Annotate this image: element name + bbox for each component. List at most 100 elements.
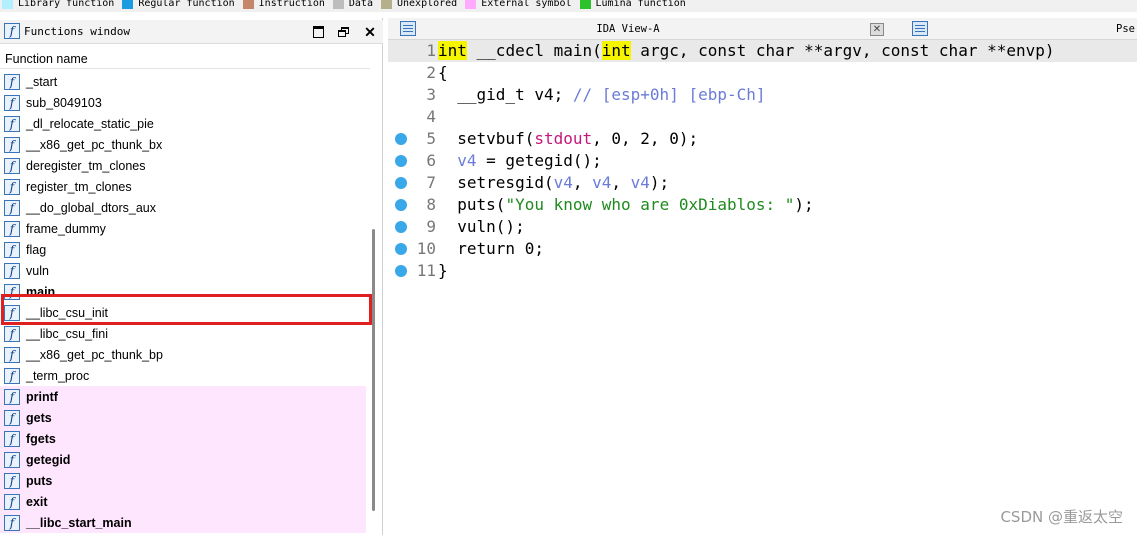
function-row[interactable]: f __do_global_dtors_aux — [0, 197, 366, 218]
code-text: puts("You know who are 0xDiablos: "); — [438, 194, 814, 216]
legend-label: Data — [348, 0, 373, 9]
function-row[interactable]: f vuln — [0, 260, 366, 281]
function-row[interactable]: f exit — [0, 491, 366, 512]
legend-item: Data — [331, 0, 373, 10]
function-row[interactable]: f sub_8049103 — [0, 92, 366, 113]
function-row[interactable]: f gets — [0, 407, 366, 428]
legend-item: Regular function — [120, 0, 235, 10]
function-icon: f — [4, 409, 20, 426]
function-row[interactable]: f __libc_csu_init — [0, 302, 366, 323]
line-number: 11 — [416, 261, 436, 280]
code-token: v4 — [553, 173, 573, 192]
legend-label: Regular function — [138, 0, 235, 9]
function-row[interactable]: f _dl_relocate_static_pie — [0, 113, 366, 134]
column-header-function-name[interactable]: Function name — [0, 49, 370, 69]
code-token: int — [601, 41, 631, 60]
functions-window-titlebar[interactable]: f Functions window ✕ — [0, 20, 383, 44]
code-token: } — [438, 261, 448, 280]
restore-icon[interactable] — [336, 24, 352, 40]
code-line[interactable]: 3 __gid_t v4; // [esp+0h] [ebp-Ch] — [388, 84, 1137, 106]
function-row[interactable]: f getegid — [0, 449, 366, 470]
legend-label: Unexplored — [396, 0, 458, 9]
code-text: int __cdecl main(int argc, const char **… — [438, 40, 1055, 62]
function-row[interactable]: f __x86_get_pc_thunk_bx — [0, 134, 366, 155]
tab-ida-view-a[interactable]: IDA View-A ✕ — [388, 18, 889, 40]
function-row[interactable]: f _term_proc — [0, 365, 366, 386]
line-number: 4 — [426, 107, 436, 126]
vertical-scrollbar[interactable] — [369, 71, 379, 535]
code-line[interactable]: 10 return 0; — [388, 238, 1137, 260]
function-icon: f — [4, 199, 20, 216]
legend-swatch — [2, 0, 13, 9]
function-name: _start — [26, 74, 58, 89]
function-name: printf — [26, 389, 58, 404]
code-line[interactable]: 8 puts("You know who are 0xDiablos: "); — [388, 194, 1137, 216]
code-token: int — [438, 41, 467, 60]
tab-pseudocode[interactable]: Pse — [902, 18, 1137, 40]
tab-close-icon[interactable]: ✕ — [870, 23, 884, 36]
code-line[interactable]: 2{ — [388, 62, 1137, 84]
breakpoint-dot-icon[interactable] — [395, 243, 407, 255]
legend-label: External symbol — [481, 0, 572, 9]
breakpoint-dot-icon[interactable] — [395, 177, 407, 189]
function-row[interactable]: f register_tm_clones — [0, 176, 366, 197]
function-row[interactable]: f main — [0, 281, 366, 302]
code-text: return 0; — [438, 238, 544, 260]
code-text: __gid_t v4; // [esp+0h] [ebp-Ch] — [438, 84, 765, 106]
function-name: sub_8049103 — [26, 95, 102, 110]
legend-swatch — [465, 0, 477, 9]
breakpoint-dot-icon[interactable] — [395, 265, 407, 277]
function-icon: f — [4, 73, 20, 90]
function-row[interactable]: f _start — [0, 71, 366, 92]
function-name: vuln — [26, 263, 49, 278]
function-icon: f — [4, 493, 20, 510]
code-line[interactable]: 6 v4 = getegid(); — [388, 150, 1137, 172]
line-number: 1 — [426, 41, 436, 60]
function-icon: f — [4, 451, 20, 468]
legend-label: Instruction — [258, 0, 325, 9]
function-row[interactable]: f printf — [0, 386, 366, 407]
function-name: __x86_get_pc_thunk_bx — [26, 137, 163, 152]
scrollbar-thumb[interactable] — [372, 229, 375, 511]
line-number: 5 — [426, 129, 436, 148]
breakpoint-dot-icon[interactable] — [395, 133, 407, 145]
function-icon: f — [4, 23, 20, 39]
function-row[interactable]: f __libc_csu_fini — [0, 323, 366, 344]
tab-title: Pse — [1116, 23, 1135, 35]
code-token: setresgid( — [438, 173, 554, 192]
legend-item: Lumina function — [578, 0, 686, 10]
function-row[interactable]: f deregister_tm_clones — [0, 155, 366, 176]
function-name: __libc_csu_init — [26, 305, 108, 320]
breakpoint-dot-icon[interactable] — [395, 155, 407, 167]
function-icon: f — [4, 241, 20, 258]
function-name: register_tm_clones — [26, 179, 132, 194]
function-row[interactable]: f __x86_get_pc_thunk_bp — [0, 344, 366, 365]
code-token: puts( — [438, 195, 506, 214]
pseudocode-view[interactable]: 1 int __cdecl main(int argc, const char *… — [388, 40, 1137, 535]
code-line[interactable]: 1 int __cdecl main(int argc, const char *… — [388, 40, 1137, 62]
legend-label: Lumina function — [595, 0, 686, 9]
code-line[interactable]: 11} — [388, 260, 1137, 282]
function-name: __x86_get_pc_thunk_bp — [26, 347, 163, 362]
code-line[interactable]: 7 setresgid(v4, v4, v4); — [388, 172, 1137, 194]
code-token: argc, const char **argv, const char **en… — [630, 41, 1055, 60]
close-icon[interactable]: ✕ — [362, 24, 378, 40]
function-row[interactable]: f frame_dummy — [0, 218, 366, 239]
function-row[interactable]: f flag — [0, 239, 366, 260]
minimize-icon[interactable] — [310, 24, 326, 40]
code-token: v4 — [630, 173, 650, 192]
function-icon: f — [4, 304, 20, 321]
code-token: , — [572, 173, 593, 192]
function-name: main — [26, 284, 56, 299]
breakpoint-dot-icon[interactable] — [395, 221, 407, 233]
code-token: ); — [794, 195, 814, 214]
function-row[interactable]: f puts — [0, 470, 366, 491]
function-row[interactable]: f fgets — [0, 428, 366, 449]
legend-swatch — [242, 0, 254, 9]
function-row[interactable]: f __libc_start_main — [0, 512, 366, 533]
code-line[interactable]: 5 setvbuf(stdout, 0, 2, 0); — [388, 128, 1137, 150]
function-icon: f — [4, 94, 20, 111]
code-line[interactable]: 4 — [388, 106, 1137, 128]
code-line[interactable]: 9 vuln(); — [388, 216, 1137, 238]
breakpoint-dot-icon[interactable] — [395, 199, 407, 211]
